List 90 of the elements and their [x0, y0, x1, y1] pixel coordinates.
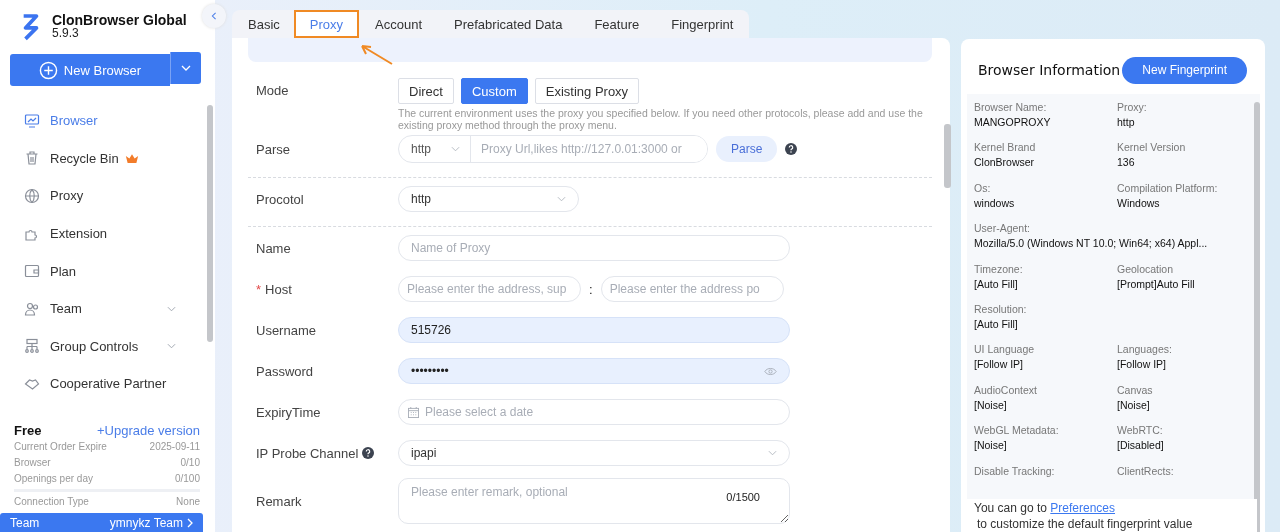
info-value: [Noise] — [974, 397, 1008, 413]
info-label: Os: — [974, 180, 992, 196]
plan-name: Free — [14, 423, 42, 438]
info-value: windows — [974, 195, 1016, 211]
port-field[interactable]: Please enter the address po — [600, 276, 784, 302]
info-label: Kernel Brand — [974, 140, 1037, 156]
sidebar-item[interactable]: Cooperative Partner — [24, 365, 184, 403]
info-value: [Follow IP] — [974, 357, 1024, 373]
field-label: Username — [256, 322, 317, 338]
field-label: Mode — [256, 83, 290, 98]
new-browser-button[interactable]: New Browser — [10, 54, 170, 86]
info-value: [Auto Fill] — [974, 276, 1019, 292]
tab[interactable]: Fingerprint — [655, 10, 750, 38]
info-label: Browser Name: — [974, 100, 1048, 115]
tab[interactable]: Prefabricated Data — [438, 10, 579, 38]
sidebar-item[interactable]: Proxy — [24, 177, 184, 215]
info-value: [Auto Fill] — [974, 316, 1019, 332]
mode-option[interactable]: Existing Proxy — [534, 78, 640, 104]
field-label: Procotol — [256, 191, 305, 207]
character-counter: 0/1500 — [726, 491, 760, 503]
info-label: Proxy: — [1117, 100, 1148, 115]
info-label: Timezone: — [974, 261, 1024, 277]
tab[interactable]: Basic — [232, 10, 294, 38]
sidebar-item[interactable]: Browser — [24, 102, 184, 140]
info-label: Languages: — [1117, 342, 1173, 358]
info-label: AudioContext — [974, 382, 1039, 398]
plan-value: 0/100 — [174, 472, 200, 486]
info-value: http — [1117, 115, 1136, 130]
separator: : — [589, 281, 593, 297]
tab[interactable]: Proxy — [293, 10, 360, 38]
sidebar-item[interactable]: Group Controls — [24, 327, 184, 366]
sidebar-item[interactable]: Plan — [24, 252, 184, 290]
tab[interactable]: Account — [359, 10, 438, 38]
panel-title: Browser Information — [978, 62, 1121, 78]
plan-value: 0/10 — [180, 456, 200, 470]
info-value: 136 — [1117, 155, 1136, 171]
info-value: [Prompt]Auto Fill — [1117, 276, 1196, 292]
field-label: * Host — [256, 281, 293, 297]
team-button[interactable]: Team ymnykz Team — [0, 513, 203, 532]
mode-hint: The current environment uses the proxy you specified below. If you need other protocols, please add and use the existing proxy method through the proxy menu. — [398, 107, 924, 131]
plan-label: Openings per day — [14, 472, 93, 486]
field-label: Remark — [256, 493, 303, 509]
info-value: [Noise] — [974, 438, 1008, 454]
field-label: Parse — [256, 141, 291, 157]
sidebar-item[interactable]: Extension — [24, 214, 184, 253]
info-label: ClientRects: — [1117, 463, 1175, 479]
info-label: Kernel Version — [1117, 140, 1187, 156]
info-label: Geolocation — [1117, 261, 1175, 277]
info-label: Canvas — [1117, 382, 1154, 398]
sidebar-item[interactable]: Recycle Bin — [24, 139, 184, 178]
plan-label: Browser — [14, 456, 51, 470]
footer-text: to customize the default fingerprint value — [976, 517, 1193, 531]
mode-option[interactable]: Direct — [398, 78, 454, 104]
connection-label: Connection Type — [14, 495, 89, 509]
info-label: WebGL Metadata: — [974, 423, 1060, 439]
info-value: Mozilla/5.0 (Windows NT 10.0; Win64; x64) Appl... — [974, 236, 1209, 252]
info-label: Disable Tracking: — [974, 463, 1056, 479]
parse-button[interactable]: Parse — [716, 136, 778, 162]
mode-option[interactable]: Custom — [460, 78, 528, 104]
password-field[interactable]: ••••••••• — [398, 358, 790, 384]
input-field[interactable]: Name of Proxy — [398, 235, 790, 261]
footer-text: You can go to — [974, 501, 1047, 515]
app-name: ClonBrowser Global — [52, 14, 187, 27]
upgrade-link[interactable]: +Upgrade version — [97, 423, 200, 438]
info-value: Windows — [1117, 195, 1161, 211]
app-version: 5.9.3 — [52, 27, 80, 40]
info-label: User-Agent: — [974, 221, 1032, 237]
preferences-link[interactable]: Preferences — [1050, 501, 1115, 515]
field-label: Password — [256, 363, 315, 379]
field-label: Name — [256, 240, 292, 256]
field-label: IP Probe Channel — [256, 445, 398, 461]
sidebar-item[interactable]: Team — [24, 289, 184, 328]
field-label: ExpiryTime — [256, 404, 322, 420]
info-label: WebRTC: — [1117, 423, 1164, 439]
info-value: [Disabled] — [1117, 438, 1165, 454]
info-label: Compilation Platform: — [1117, 180, 1219, 196]
plan-label: Current Order Expire — [14, 440, 107, 454]
date-field[interactable]: Please select a date — [398, 399, 790, 425]
tab[interactable]: Feature — [578, 10, 656, 38]
info-value: MANGOPROXY — [974, 115, 1052, 130]
info-value: [Noise] — [1117, 397, 1151, 413]
info-label: UI Language — [974, 342, 1036, 358]
input-field[interactable]: 515726 — [398, 317, 790, 343]
plan-value: 2025-09-11 — [149, 440, 200, 454]
host-field[interactable]: Please enter the address, sup — [398, 276, 581, 302]
connection-value: None — [176, 495, 200, 509]
info-label: Resolution: — [974, 301, 1028, 317]
info-value: [Follow IP] — [1117, 357, 1167, 373]
new-fingerprint-button[interactable]: New Fingerprint — [1122, 56, 1247, 84]
info-value: ClonBrowser — [974, 155, 1036, 171]
